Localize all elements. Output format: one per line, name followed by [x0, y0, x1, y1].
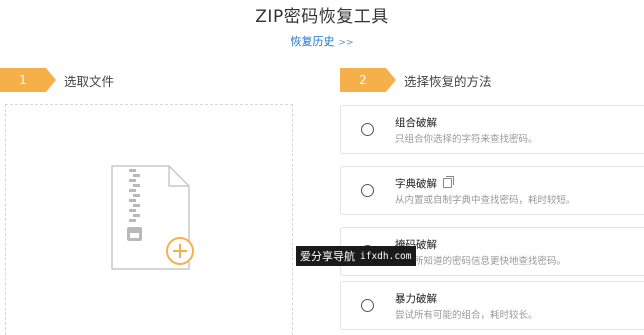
history-link-label[interactable]: 恢复历史	[290, 35, 334, 48]
watermark-overlay: 爱分享导航 ifxdh.com	[296, 246, 416, 266]
method-option-brute-force[interactable]: 暴力破解 尝试所有可能的组合，耗时较长。	[340, 281, 644, 330]
radio-button[interactable]	[361, 299, 374, 312]
method-title: 组合破解	[395, 117, 437, 129]
step-select-method: 2 选择恢复的方法	[340, 68, 492, 92]
zip-file-icon	[111, 165, 194, 270]
method-description: 尝试所有可能的组合，耗时较长。	[395, 310, 538, 321]
page-title: ZIP密码恢复工具	[255, 7, 389, 27]
step-badge-2: 2	[340, 68, 396, 92]
method-description: 从内置或自制字典中查找密码，耗时较短。	[395, 195, 576, 206]
step-label-1: 选取文件	[64, 73, 115, 89]
copy-icon	[443, 176, 454, 188]
step-select-file: 1 选取文件	[0, 68, 114, 92]
method-option-dictionary[interactable]: 字典破解 从内置或自制字典中查找密码，耗时较短。	[340, 166, 644, 215]
method-description: 用你所知道的密码信息更快地查找密码。	[395, 256, 567, 267]
method-title-text: 字典破解	[395, 178, 437, 190]
plus-circle-icon[interactable]	[166, 237, 194, 265]
method-title: 字典破解	[395, 176, 454, 191]
watermark-text: 爱分享导航	[300, 250, 355, 263]
method-description: 只组合你选择的字符来查找密码。	[395, 134, 538, 145]
method-option-combination[interactable]: 组合破解 只组合你选择的字符来查找密码。	[340, 105, 644, 154]
step-label-2: 选择恢复的方法	[404, 73, 492, 89]
method-title: 暴力破解	[395, 293, 437, 305]
radio-button[interactable]	[361, 184, 374, 197]
step-badge-1: 1	[0, 68, 56, 92]
history-link[interactable]: 恢复历史 >>	[0, 33, 644, 49]
watermark-domain: ifxdh.com	[360, 250, 412, 262]
history-arrows[interactable]: >>	[338, 38, 353, 48]
radio-button[interactable]	[361, 123, 374, 136]
file-dropzone[interactable]	[5, 104, 293, 335]
